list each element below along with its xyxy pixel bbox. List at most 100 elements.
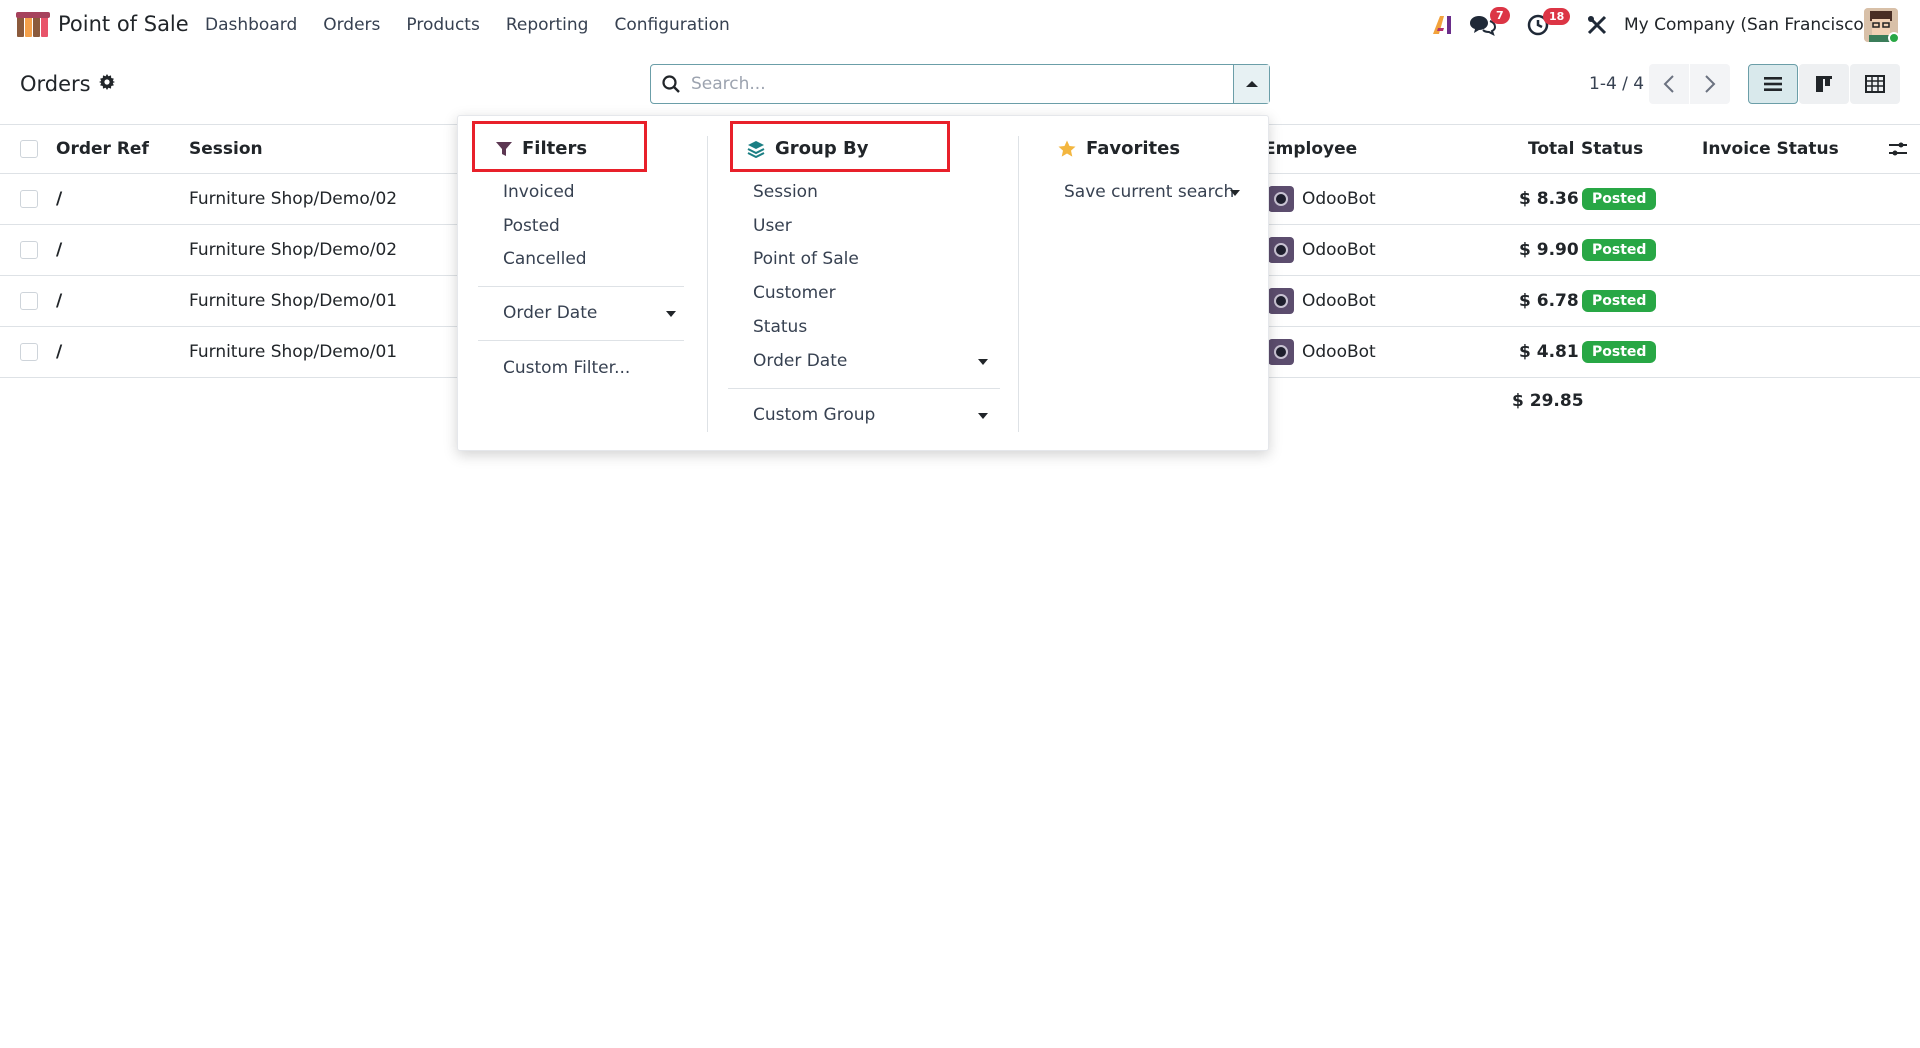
search-panel-toggle[interactable] — [1233, 65, 1269, 103]
app-name[interactable]: Point of Sale — [58, 12, 189, 36]
group-by-order-date[interactable]: Order Date — [753, 351, 847, 371]
top-navbar: Point of Sale Dashboard Orders Products … — [0, 0, 1920, 50]
employee: OdooBot — [1302, 240, 1376, 260]
table-grid-icon — [1865, 75, 1885, 93]
session: Furniture Shop/Demo/02 — [189, 240, 398, 260]
pivot-view-button[interactable] — [1850, 64, 1900, 104]
menu-reporting[interactable]: Reporting — [506, 15, 589, 35]
session: Furniture Shop/Demo/01 — [189, 291, 398, 311]
column-invoice-status[interactable]: Invoice Status — [1702, 125, 1839, 173]
messages-icon[interactable]: 7 — [1470, 7, 1510, 38]
filter-cancelled[interactable]: Cancelled — [503, 249, 587, 269]
odoobot-avatar — [1268, 186, 1294, 212]
group-by-customer[interactable]: Customer — [753, 283, 836, 303]
star-icon — [1058, 140, 1076, 157]
menu-dashboard[interactable]: Dashboard — [205, 15, 297, 35]
search-bar — [650, 64, 1270, 104]
filter-posted[interactable]: Posted — [503, 216, 560, 236]
search-input[interactable] — [691, 66, 1233, 102]
session: Furniture Shop/Demo/02 — [189, 189, 398, 209]
gear-icon[interactable] — [98, 73, 115, 95]
group-by-divider — [728, 388, 1000, 389]
menu-configuration[interactable]: Configuration — [614, 15, 729, 35]
select-all-checkbox[interactable] — [20, 140, 38, 158]
filters-divider — [478, 286, 684, 287]
session: Furniture Shop/Demo/01 — [189, 342, 398, 362]
column-divider — [1018, 136, 1019, 432]
odoobot-avatar — [1268, 237, 1294, 263]
list-view-button[interactable] — [1748, 64, 1798, 104]
total: $ 8.36 — [1519, 189, 1579, 209]
order-ref: / — [56, 342, 63, 362]
column-session[interactable]: Session — [189, 125, 263, 173]
caret-up-icon — [1245, 81, 1258, 87]
optional-columns-icon[interactable] — [1888, 125, 1908, 173]
row-checkbox[interactable] — [20, 343, 38, 361]
main-menu: Dashboard Orders Products Reporting Conf… — [205, 15, 756, 35]
column-employee[interactable]: Employee — [1264, 125, 1357, 173]
group-by-user[interactable]: User — [753, 216, 792, 236]
search-icon — [651, 75, 691, 93]
online-status-dot — [1888, 32, 1898, 42]
group-by-header: Group By — [747, 138, 868, 159]
status-badge: Posted — [1582, 188, 1657, 210]
column-status[interactable]: Status — [1581, 125, 1643, 173]
row-checkbox[interactable] — [20, 190, 38, 208]
column-total[interactable]: Total — [1528, 125, 1574, 173]
employee: OdooBot — [1302, 291, 1376, 311]
total: $ 6.78 — [1519, 291, 1579, 311]
filter-order-date[interactable]: Order Date — [503, 303, 597, 323]
filter-icon — [496, 141, 512, 156]
order-date-caret-icon[interactable] — [978, 359, 988, 365]
activities-clock-icon[interactable]: 18 — [1525, 8, 1571, 38]
row-checkbox[interactable] — [20, 292, 38, 310]
custom-filter[interactable]: Custom Filter... — [503, 358, 630, 378]
grand-total: $ 29.85 — [1512, 391, 1584, 411]
employee: OdooBot — [1302, 342, 1376, 362]
activities-badge: 18 — [1543, 8, 1571, 25]
search-panel-dropdown: Filters Invoiced Posted Cancelled Order … — [457, 115, 1269, 451]
custom-group[interactable]: Custom Group — [753, 405, 875, 425]
chevron-left-icon — [1663, 75, 1674, 93]
filters-divider — [478, 340, 684, 341]
user-avatar[interactable] — [1864, 8, 1898, 42]
kanban-view-button[interactable] — [1799, 64, 1849, 104]
row-checkbox[interactable] — [20, 241, 38, 259]
pager-previous-button[interactable] — [1649, 64, 1689, 104]
chevron-right-icon — [1705, 75, 1716, 93]
debug-tools-icon[interactable] — [1584, 12, 1610, 38]
list-view-icon — [1764, 77, 1782, 91]
group-by-session[interactable]: Session — [753, 182, 818, 202]
column-order-ref[interactable]: Order Ref — [56, 125, 149, 173]
status-badge: Posted — [1582, 239, 1657, 261]
total: $ 9.90 — [1519, 240, 1579, 260]
pos-app-icon[interactable] — [16, 12, 50, 38]
layers-icon — [747, 140, 765, 158]
menu-orders[interactable]: Orders — [323, 15, 380, 35]
column-divider — [707, 136, 708, 432]
custom-group-caret-icon[interactable] — [978, 413, 988, 419]
order-date-caret-icon[interactable] — [666, 311, 676, 317]
page-title: Orders — [20, 72, 91, 96]
group-by-status[interactable]: Status — [753, 317, 807, 337]
odoobot-avatar — [1268, 339, 1294, 365]
breadcrumb: Orders — [20, 72, 115, 96]
save-current-search[interactable]: Save current search — [1064, 182, 1234, 202]
pager-value[interactable]: 1-4 / 4 — [1589, 74, 1644, 94]
order-ref: / — [56, 291, 63, 311]
menu-products[interactable]: Products — [406, 15, 479, 35]
status-badge: Posted — [1582, 290, 1657, 312]
save-search-caret-icon[interactable] — [1230, 190, 1240, 196]
messages-badge: 7 — [1490, 7, 1510, 24]
group-by-point-of-sale[interactable]: Point of Sale — [753, 249, 859, 269]
filters-header: Filters — [496, 138, 587, 159]
filter-invoiced[interactable]: Invoiced — [503, 182, 575, 202]
total: $ 4.81 — [1519, 342, 1579, 362]
company-switcher[interactable]: My Company (San Francisco) — [1624, 15, 1870, 35]
ai-icon[interactable] — [1430, 12, 1456, 38]
pager-next-button[interactable] — [1690, 64, 1730, 104]
favorites-header: Favorites — [1058, 138, 1180, 159]
odoobot-avatar — [1268, 288, 1294, 314]
employee: OdooBot — [1302, 189, 1376, 209]
kanban-view-icon — [1816, 76, 1832, 92]
